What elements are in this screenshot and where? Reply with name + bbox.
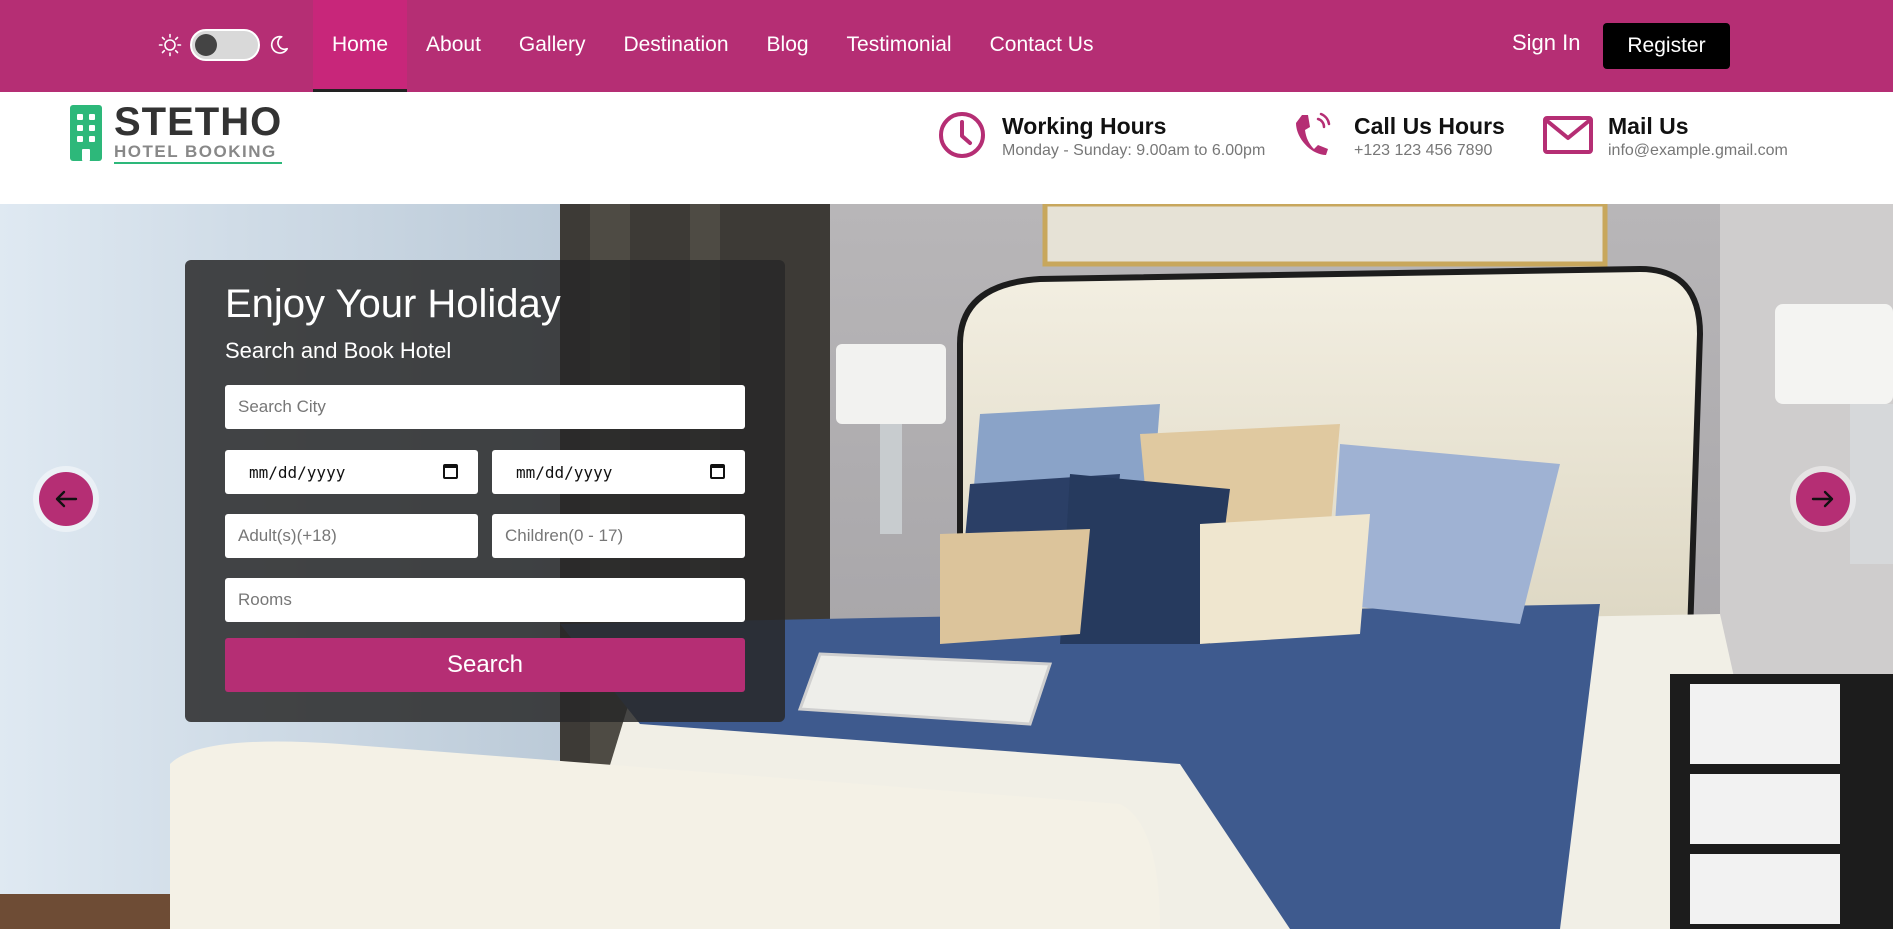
arrow-right-icon bbox=[1811, 490, 1834, 508]
working-hours-title: Working Hours bbox=[1002, 113, 1167, 139]
search-button[interactable]: Search bbox=[225, 638, 745, 692]
mail-icon bbox=[1543, 116, 1593, 154]
mail-us-title: Mail Us bbox=[1608, 113, 1689, 139]
nav-link-gallery[interactable]: Gallery bbox=[500, 0, 605, 92]
call-us-number[interactable]: +123 123 456 7890 bbox=[1354, 141, 1505, 161]
hotel-search-panel: Enjoy Your Holiday Search and Book Hotel… bbox=[185, 260, 785, 722]
working-hours-text: Monday - Sunday: 9.00am to 6.00pm bbox=[1002, 142, 1266, 159]
nav-link-testimonial[interactable]: Testimonial bbox=[828, 0, 971, 92]
sun-icon bbox=[158, 33, 182, 57]
call-us-info: Call Us Hours +123 123 456 7890 bbox=[1288, 109, 1505, 161]
nav-link-destination[interactable]: Destination bbox=[604, 0, 747, 92]
calendar-icon[interactable] bbox=[443, 464, 458, 479]
arrow-left-icon bbox=[55, 490, 78, 508]
carousel-prev-button[interactable] bbox=[33, 466, 99, 532]
carousel-next-button[interactable] bbox=[1790, 466, 1856, 532]
main-nav: Home About Gallery Destination Blog Test… bbox=[313, 0, 1112, 92]
sign-in-link[interactable]: Sign In bbox=[1512, 30, 1581, 56]
nav-link-blog[interactable]: Blog bbox=[748, 0, 828, 92]
building-logo-icon bbox=[70, 105, 102, 161]
mail-us-address[interactable]: info@example.gmail.com bbox=[1608, 141, 1788, 161]
check-out-date-input[interactable]: mm/dd/yyyy bbox=[492, 450, 745, 494]
nav-link-about[interactable]: About bbox=[407, 0, 500, 92]
rooms-input[interactable]: Rooms bbox=[225, 578, 745, 622]
info-bar: STETHO HOTEL BOOKING Working Hours Monda… bbox=[0, 92, 1893, 204]
clock-icon bbox=[939, 112, 985, 158]
nav-link-contact-us[interactable]: Contact Us bbox=[971, 0, 1113, 92]
phone-icon bbox=[1296, 112, 1331, 155]
logo-title: STETHO bbox=[114, 100, 283, 144]
top-navbar: Home About Gallery Destination Blog Test… bbox=[0, 0, 1893, 92]
adults-input[interactable]: Adult(s)(+18) bbox=[225, 514, 478, 558]
theme-switch-knob bbox=[195, 34, 217, 56]
children-input[interactable]: Children(0 - 17) bbox=[492, 514, 745, 558]
search-panel-subtitle: Search and Book Hotel bbox=[225, 338, 452, 363]
nav-link-home[interactable]: Home bbox=[313, 0, 408, 92]
search-city-input[interactable]: Search City bbox=[225, 385, 745, 429]
mail-us-info: Mail Us info@example.gmail.com bbox=[1542, 109, 1788, 161]
site-logo[interactable]: STETHO HOTEL BOOKING bbox=[70, 100, 283, 164]
working-hours-info: Working Hours Monday - Sunday: 9.00am to… bbox=[936, 109, 1265, 161]
hero-carousel: Enjoy Your Holiday Search and Book Hotel… bbox=[0, 204, 1893, 929]
search-panel-title: Enjoy Your Holiday bbox=[225, 282, 561, 326]
calendar-icon[interactable] bbox=[710, 464, 725, 479]
check-out-date-value: mm/dd/yyyy bbox=[516, 462, 613, 482]
theme-switch[interactable] bbox=[190, 29, 260, 61]
check-in-date-value: mm/dd/yyyy bbox=[249, 462, 346, 482]
logo-subtitle: HOTEL BOOKING bbox=[114, 142, 283, 164]
check-in-date-input[interactable]: mm/dd/yyyy bbox=[225, 450, 478, 494]
moon-icon bbox=[270, 35, 289, 54]
register-button[interactable]: Register bbox=[1603, 23, 1730, 69]
theme-toggle[interactable] bbox=[158, 29, 290, 61]
call-us-title: Call Us Hours bbox=[1354, 113, 1505, 139]
